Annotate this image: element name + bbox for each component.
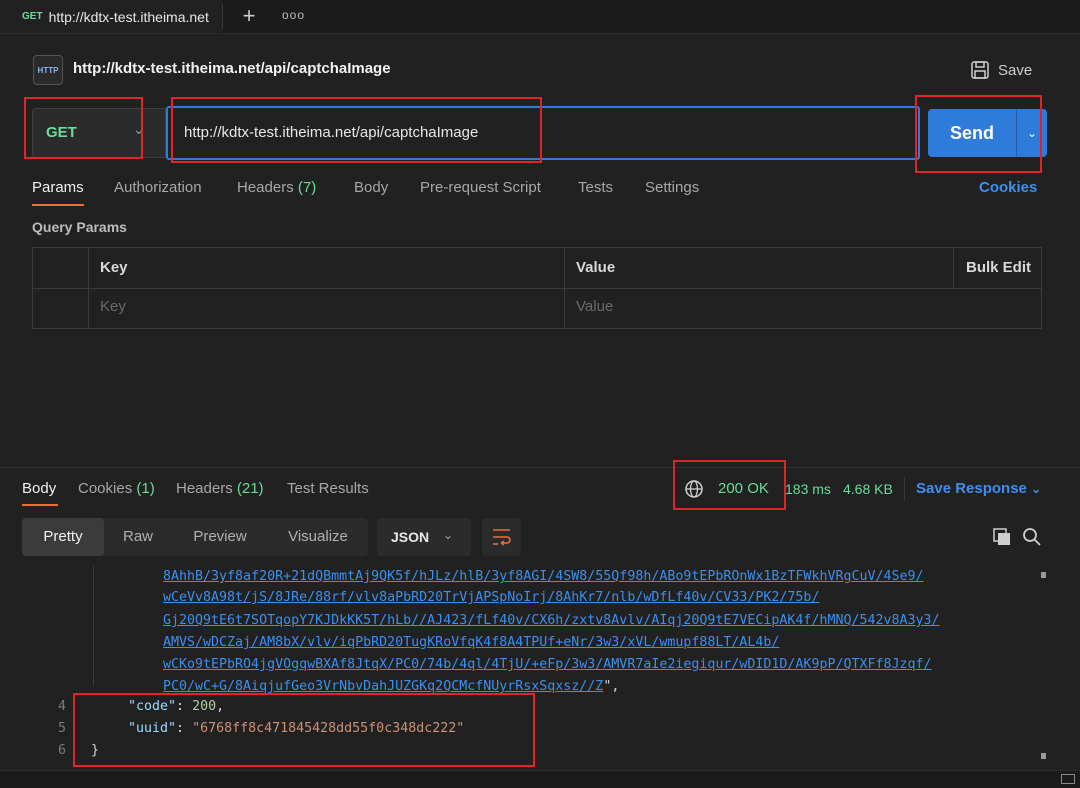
code-token: Gj20Q9tE6t7SOTqopY7KJDkKK5T/hLb//AJ423/f… bbox=[163, 613, 940, 628]
more-tabs-icon[interactable]: ooo bbox=[282, 4, 306, 26]
highlight-url bbox=[171, 97, 542, 163]
response-size[interactable]: 4.68 KB bbox=[843, 481, 893, 497]
highlight-status bbox=[673, 460, 786, 510]
code-text: wCeVv8A98t/jS/8JRe/88rf/vlv8aPbRD20TrVjA… bbox=[163, 587, 819, 609]
line-number: 4 bbox=[57, 699, 66, 714]
code-text: Gj20Q9tE6t7SOTqopY7KJDkKK5T/hLb//AJ423/f… bbox=[163, 610, 940, 632]
tab-tests-label: Tests bbox=[578, 179, 614, 196]
tab-body[interactable]: Body bbox=[354, 179, 388, 199]
code-token: wCKo9tEPbRO4jgVOgqwBXAf8JtqX/PC0/74b/4ql… bbox=[163, 657, 932, 672]
response-tab-headers-count: (21) bbox=[236, 480, 264, 497]
save-response-label: Save Response bbox=[916, 480, 1027, 497]
code-token: PC0/wC+G/8AiqjufGeo3VrNbvDahJUZGKq2QCMcf… bbox=[163, 679, 604, 694]
tab-headers-count: (7) bbox=[297, 179, 317, 196]
request-tab[interactable]: GET http://kdtx-test.itheima.net bbox=[0, 0, 222, 33]
highlight-method bbox=[24, 97, 143, 159]
col-divider bbox=[953, 248, 954, 288]
tab-body-label: Body bbox=[354, 179, 389, 196]
active-response-tab-indicator bbox=[22, 504, 58, 506]
code-line: Gj20Q9tE6t7SOTqopY7KJDkKK5T/hLb//AJ423/f… bbox=[0, 610, 1040, 632]
layout-icon[interactable] bbox=[1061, 774, 1075, 784]
response-time[interactable]: 183 ms bbox=[785, 481, 831, 497]
code-token: ", bbox=[603, 679, 620, 694]
column-header-value: Value bbox=[576, 259, 616, 276]
new-tab-plus-icon[interactable]: + bbox=[238, 2, 260, 30]
response-tab-cookies-count: (1) bbox=[136, 480, 155, 497]
code-line: AMVS/wDCZaj/AM8bX/vlv/iqPbRD20TugKRoVfqK… bbox=[0, 632, 1040, 654]
code-text: 8AhhB/3yf8af20R+21dQBmmtAj9QK5f/hJLz/hlB… bbox=[163, 566, 924, 588]
tab-tests[interactable]: Tests bbox=[578, 179, 613, 199]
save-label: Save bbox=[998, 61, 1033, 79]
scrollbar-thumb[interactable] bbox=[1041, 572, 1046, 578]
active-tab-indicator bbox=[32, 204, 84, 206]
code-text: wCKo9tEPbRO4jgVOgqwBXAf8JtqX/PC0/74b/4ql… bbox=[163, 654, 932, 676]
status-bar bbox=[0, 770, 1080, 788]
response-tab-cookies[interactable]: Cookies (1) bbox=[78, 480, 155, 497]
query-params-table: Key Value Bulk Edit Key Value bbox=[32, 247, 1042, 329]
code-line: wCKo9tEPbRO4jgVOgqwBXAf8JtqX/PC0/74b/4ql… bbox=[0, 654, 1040, 676]
chevron-down-icon: ⌄ bbox=[443, 528, 454, 542]
response-tab-body[interactable]: Body bbox=[22, 480, 56, 497]
format-value: JSON bbox=[391, 529, 430, 545]
bulk-edit-button[interactable]: Bulk Edit bbox=[966, 259, 1031, 276]
tab-method: GET bbox=[22, 11, 43, 22]
view-visualize-button[interactable]: Visualize bbox=[274, 518, 362, 556]
response-tab-body-label: Body bbox=[22, 480, 57, 497]
tab-pre-request-script[interactable]: Pre-request Script bbox=[420, 179, 541, 199]
param-value-input[interactable]: Value bbox=[576, 298, 1036, 315]
tab-settings-label: Settings bbox=[645, 179, 700, 196]
response-tab-headers[interactable]: Headers (21) bbox=[176, 480, 264, 497]
tab-headers-label: Headers bbox=[237, 179, 294, 196]
tab-authorization-label: Authorization bbox=[114, 179, 202, 196]
code-line: wCeVv8A98t/jS/8JRe/88rf/vlv8aPbRD20TrVjA… bbox=[0, 587, 1040, 609]
code-token: 8AhhB/3yf8af20R+21dQBmmtAj9QK5f/hJLz/hlB… bbox=[163, 569, 924, 584]
tab-params[interactable]: Params bbox=[32, 179, 84, 199]
scrollbar-thumb[interactable] bbox=[1041, 753, 1046, 759]
tab-authorization[interactable]: Authorization bbox=[114, 179, 202, 199]
wrap-lines-icon bbox=[493, 529, 511, 546]
view-mode-bar: Pretty Raw Preview Visualize bbox=[22, 518, 368, 556]
tab-settings[interactable]: Settings bbox=[645, 179, 699, 199]
search-icon[interactable] bbox=[1022, 527, 1042, 547]
save-response-button[interactable]: Save Response ⌄ bbox=[916, 480, 1041, 497]
highlight-code-uuid bbox=[73, 693, 535, 767]
view-preview-button[interactable]: Preview bbox=[180, 518, 260, 556]
code-token: AMVS/wDCZaj/AM8bX/vlv/iqPbRD20TugKRoVfqK… bbox=[163, 635, 780, 650]
tab-headers[interactable]: Headers (7) bbox=[237, 179, 316, 199]
code-token: wCeVv8A98t/jS/8JRe/88rf/vlv8aPbRD20TrVjA… bbox=[163, 590, 820, 605]
format-select[interactable]: JSON ⌄ bbox=[377, 518, 471, 556]
tab-pre-request-script-label: Pre-request Script bbox=[420, 179, 541, 196]
separator bbox=[904, 477, 905, 501]
row-divider bbox=[33, 288, 1041, 289]
http-icon-label: HTTP bbox=[37, 65, 59, 75]
save-button[interactable]: Save bbox=[970, 58, 1035, 82]
chevron-down-icon: ⌄ bbox=[1031, 482, 1042, 496]
column-header-key: Key bbox=[100, 259, 128, 276]
tab-params-label: Params bbox=[32, 179, 84, 196]
response-tab-test-results-label: Test Results bbox=[287, 480, 369, 497]
copy-icon[interactable] bbox=[992, 527, 1012, 547]
line-number: 6 bbox=[57, 743, 66, 758]
code-line: 8AhhB/3yf8af20R+21dQBmmtAj9QK5f/hJLz/hlB… bbox=[0, 566, 1040, 588]
pane-divider[interactable] bbox=[0, 467, 1080, 468]
line-number: 5 bbox=[57, 721, 66, 736]
code-text: AMVS/wDCZaj/AM8bX/vlv/iqPbRD20TugKRoVfqK… bbox=[163, 632, 779, 654]
view-pretty-button[interactable]: Pretty bbox=[22, 518, 104, 556]
tab-title: http://kdtx-test.itheima.net bbox=[48, 8, 209, 25]
response-tab-headers-label: Headers bbox=[176, 480, 233, 497]
response-tab-cookies-label: Cookies bbox=[78, 480, 133, 497]
view-raw-button[interactable]: Raw bbox=[110, 518, 166, 556]
tab-separator bbox=[222, 4, 223, 29]
highlight-send bbox=[915, 95, 1042, 173]
wrap-lines-button[interactable] bbox=[482, 518, 521, 556]
cookies-link[interactable]: Cookies bbox=[979, 179, 1037, 196]
param-key-input[interactable]: Key bbox=[100, 298, 560, 315]
query-params-title: Query Params bbox=[32, 219, 127, 235]
http-request-icon: HTTP bbox=[33, 55, 63, 85]
save-icon bbox=[971, 61, 989, 79]
response-tab-test-results[interactable]: Test Results bbox=[287, 480, 369, 497]
request-title[interactable]: http://kdtx-test.itheima.net/api/captcha… bbox=[73, 60, 391, 77]
